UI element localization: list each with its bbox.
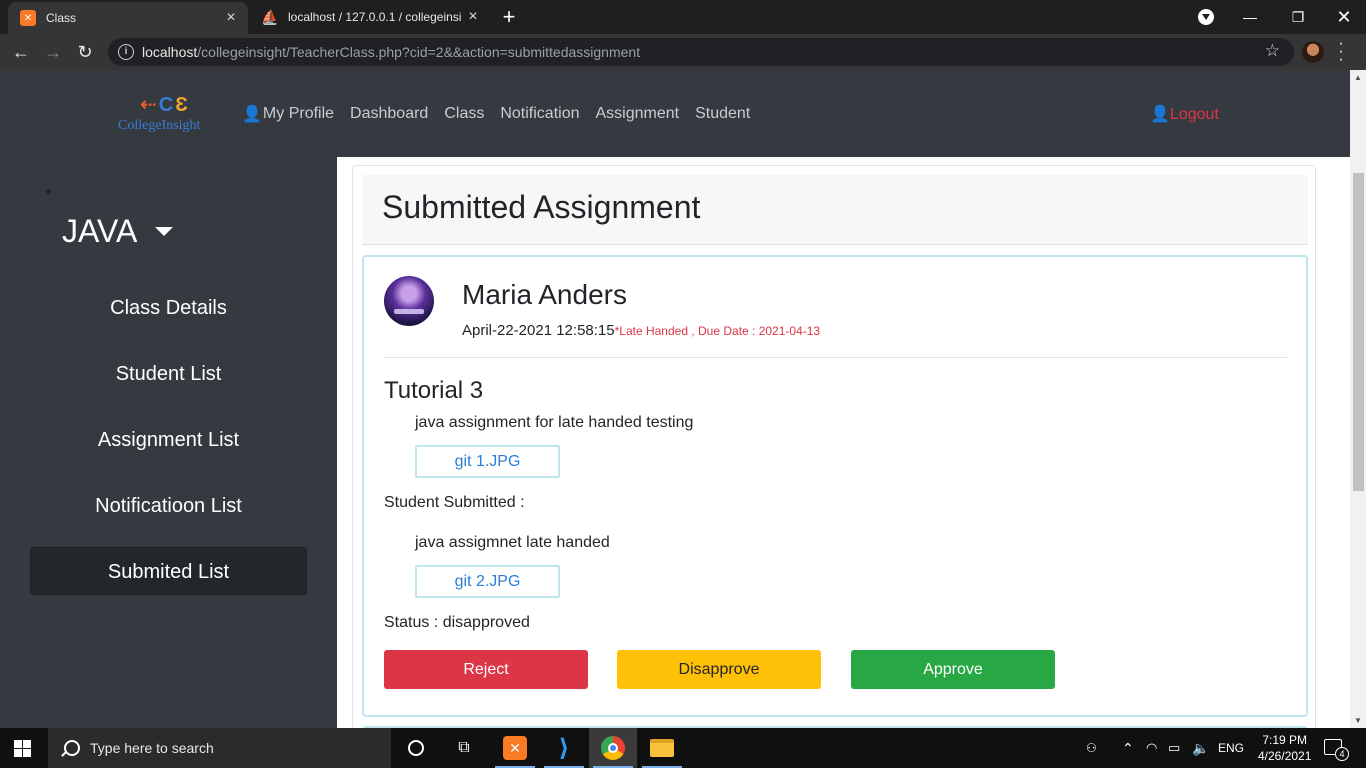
browser-menu-icon[interactable]: · · · bbox=[1336, 36, 1346, 68]
logo-mark-icon: ⇠CƐ bbox=[140, 94, 190, 116]
close-tab-icon[interactable]: × bbox=[220, 9, 242, 27]
scroll-up-icon[interactable]: ▲ bbox=[1350, 73, 1366, 82]
student-name: Maria Anders bbox=[462, 279, 627, 310]
url-field[interactable]: i localhost/collegeinsight/TeacherClass.… bbox=[108, 38, 1294, 66]
action-center-icon[interactable]: 4 bbox=[1324, 739, 1349, 761]
tab-title: Class bbox=[46, 11, 77, 25]
windows-start-icon[interactable] bbox=[14, 740, 31, 757]
nav-notification[interactable]: Notification bbox=[500, 105, 579, 123]
xampp-favicon-icon: ✕ bbox=[20, 10, 36, 26]
page-title: Submitted Assignment bbox=[382, 189, 701, 225]
site-navbar: ⇠CƐ CollegeInsight 👤 My Profile Dashboar… bbox=[0, 70, 1350, 157]
list-bullet bbox=[46, 189, 51, 194]
student-submitted-label: Student Submitted : bbox=[384, 494, 525, 511]
assignment-description: java assignment for late handed testing bbox=[415, 414, 694, 431]
profile-avatar-icon[interactable] bbox=[1302, 41, 1324, 63]
minimize-icon[interactable]: — bbox=[1232, 0, 1268, 34]
file-explorer-icon[interactable] bbox=[638, 728, 686, 768]
submission-card: Maria Anders April-22-2021 12:58:15*Late… bbox=[362, 255, 1308, 717]
student-avatar bbox=[384, 276, 434, 326]
page-scrollbar[interactable]: ▲ ▼ bbox=[1350, 70, 1366, 728]
late-note: *Late Handed , Due Date : 2021-04-13 bbox=[614, 324, 821, 338]
user-icon: 👤 bbox=[242, 106, 262, 123]
nav-student[interactable]: Student bbox=[695, 105, 750, 123]
card-header: Submitted Assignment bbox=[362, 175, 1308, 245]
browser-tab-bar: ✕ Class × ⛵ localhost / 127.0.0.1 / coll… bbox=[0, 0, 1366, 34]
student-submission-description: java assigmnet late handed bbox=[415, 534, 610, 551]
class-title: JAVA bbox=[62, 213, 138, 249]
site-logo[interactable]: ⇠CƐ CollegeInsight bbox=[118, 92, 222, 134]
class-dropdown[interactable]: JAVA bbox=[62, 213, 174, 250]
people-icon[interactable]: ⚇ bbox=[1086, 728, 1097, 768]
caret-down-icon bbox=[155, 227, 174, 236]
language-indicator[interactable]: ENG bbox=[1218, 728, 1244, 768]
logout-link[interactable]: 👤Logout bbox=[1150, 104, 1219, 124]
submission-date: April-22-2021 12:58:15*Late Handed , Due… bbox=[462, 322, 820, 339]
browser-tab-active[interactable]: ✕ Class × bbox=[8, 2, 248, 34]
close-tab-icon[interactable]: × bbox=[462, 8, 484, 26]
forward-icon[interactable]: → bbox=[40, 40, 66, 64]
tab-search-icon[interactable] bbox=[1198, 9, 1214, 25]
cortana-icon[interactable] bbox=[392, 728, 440, 768]
volume-icon[interactable]: 🔈 bbox=[1192, 728, 1209, 768]
web-page: ⇠CƐ CollegeInsight 👤 My Profile Dashboar… bbox=[0, 70, 1350, 728]
address-bar: ← → ↻ i localhost/collegeinsight/Teacher… bbox=[0, 34, 1366, 70]
battery-icon[interactable]: ▭ bbox=[1168, 728, 1180, 768]
sidebar-item-submitted-list[interactable]: Submited List bbox=[30, 547, 307, 595]
taskbar-search[interactable]: Type here to search bbox=[48, 728, 391, 768]
scrollbar-thumb[interactable] bbox=[1353, 173, 1364, 491]
vscode-app-icon[interactable]: ⟩ bbox=[540, 728, 588, 768]
url-host: localhost bbox=[142, 44, 198, 60]
logout-label: Logout bbox=[1169, 106, 1219, 123]
sidebar-item-notification-list[interactable]: Notificatioon List bbox=[30, 482, 307, 530]
scroll-down-icon[interactable]: ▼ bbox=[1350, 716, 1366, 725]
approve-button[interactable]: Approve bbox=[851, 650, 1055, 689]
main-content: Submitted Assignment Maria Anders April-… bbox=[337, 157, 1350, 728]
notification-count: 4 bbox=[1335, 747, 1349, 761]
search-icon bbox=[64, 740, 80, 756]
reload-icon[interactable]: ↻ bbox=[72, 40, 98, 64]
status-text: Status : disapproved bbox=[384, 614, 530, 631]
new-tab-button[interactable]: + bbox=[498, 4, 520, 30]
phpmyadmin-favicon-icon: ⛵ bbox=[261, 8, 279, 25]
sidebar-item-student-list[interactable]: Student List bbox=[30, 350, 307, 398]
url-path: /collegeinsight/TeacherClass.php?cid=2&&… bbox=[197, 44, 641, 60]
user-remove-icon: 👤 bbox=[1150, 106, 1170, 123]
sidebar-item-assignment-list[interactable]: Assignment List bbox=[30, 416, 307, 464]
back-icon[interactable]: ← bbox=[8, 40, 34, 64]
task-view-icon[interactable]: ⧉ bbox=[440, 728, 488, 768]
browser-tab-inactive[interactable]: ⛵ localhost / 127.0.0.1 / collegeinsi × bbox=[250, 0, 490, 34]
tab-title: localhost / 127.0.0.1 / collegeinsi bbox=[288, 10, 462, 24]
disapprove-button[interactable]: Disapprove bbox=[617, 650, 821, 689]
sidebar: JAVA Class Details Student List Assignme… bbox=[0, 157, 337, 728]
bookmark-star-icon[interactable]: ☆ bbox=[1265, 41, 1280, 61]
nav-dashboard[interactable]: Dashboard bbox=[350, 105, 428, 123]
reject-button[interactable]: Reject bbox=[384, 650, 588, 689]
submissions-card: Submitted Assignment Maria Anders April-… bbox=[352, 165, 1316, 728]
sidebar-item-class-details[interactable]: Class Details bbox=[30, 284, 307, 332]
clock-time: 7:19 PM bbox=[1262, 733, 1308, 747]
nav-my-profile[interactable]: My Profile bbox=[263, 105, 334, 123]
network-icon[interactable]: ◠ bbox=[1146, 728, 1157, 768]
xampp-app-icon[interactable]: ✕ bbox=[491, 728, 539, 768]
nav-class[interactable]: Class bbox=[444, 105, 484, 123]
search-placeholder: Type here to search bbox=[90, 740, 214, 756]
student-file-button[interactable]: git 2.JPG bbox=[415, 565, 560, 598]
assignment-file-button[interactable]: git 1.JPG bbox=[415, 445, 560, 478]
show-hidden-icons[interactable]: ⌃ bbox=[1122, 728, 1134, 768]
nav-assignment[interactable]: Assignment bbox=[596, 105, 680, 123]
site-info-icon[interactable]: i bbox=[118, 44, 134, 60]
close-window-icon[interactable]: ✕ bbox=[1326, 0, 1362, 34]
assignment-title: Tutorial 3 bbox=[384, 377, 484, 404]
restore-icon[interactable]: ❐ bbox=[1280, 0, 1316, 34]
chrome-app-icon[interactable] bbox=[589, 728, 637, 768]
submitted-at: April-22-2021 12:58:15 bbox=[462, 322, 615, 339]
divider bbox=[384, 357, 1287, 358]
system-clock[interactable]: 7:19 PM 4/26/2021 bbox=[1258, 732, 1311, 764]
clock-date: 4/26/2021 bbox=[1258, 749, 1312, 763]
logo-text: CollegeInsight bbox=[118, 118, 201, 133]
windows-taskbar: Type here to search ⧉ ✕ ⟩ ⚇ ⌃ ◠ ▭ 🔈 ENG … bbox=[0, 728, 1366, 768]
